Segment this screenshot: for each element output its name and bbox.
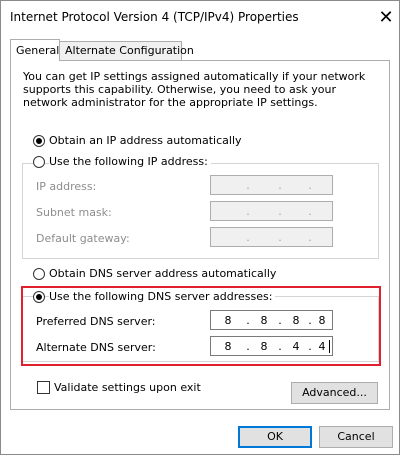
properties-dialog: Internet Protocol Version 4 (TCP/IPv4) P…	[0, 0, 400, 455]
use-following-ip-label[interactable]: Use the following IP address:	[49, 155, 211, 168]
use-following-ip-radio[interactable]	[33, 156, 45, 168]
obtain-dns-auto-label[interactable]: Obtain DNS server address automatically	[49, 267, 276, 280]
text-caret	[329, 340, 330, 353]
subnet-mask-label: Subnet mask:	[36, 206, 112, 219]
description-text: You can get IP settings assigned automat…	[23, 70, 366, 109]
alternate-dns-label: Alternate DNS server:	[36, 341, 156, 354]
ok-button[interactable]: OK	[238, 426, 312, 448]
ip-address-label: IP address:	[36, 180, 97, 193]
close-icon[interactable]: ✕	[375, 7, 397, 29]
default-gateway-label: Default gateway:	[36, 232, 130, 245]
tab-general[interactable]: General	[10, 39, 60, 61]
radio-selected-dot	[36, 294, 42, 300]
advanced-button[interactable]: Advanced...	[291, 382, 378, 404]
ip-address-input: . . .	[210, 175, 333, 195]
window-title: Internet Protocol Version 4 (TCP/IPv4) P…	[10, 10, 299, 24]
validate-settings-checkbox[interactable]	[37, 381, 50, 394]
use-following-dns-label[interactable]: Use the following DNS server addresses:	[49, 290, 276, 303]
title-bar: Internet Protocol Version 4 (TCP/IPv4) P…	[1, 1, 399, 35]
alternate-dns-input[interactable]: 8 . 8 . 4 . 4	[210, 336, 333, 356]
cancel-button[interactable]: Cancel	[319, 426, 393, 448]
use-following-dns-radio[interactable]	[33, 291, 45, 303]
tab-alternate-configuration[interactable]: Alternate Configuration	[59, 41, 194, 60]
preferred-dns-input[interactable]: 8 . 8 . 8 . 8	[210, 310, 333, 330]
validate-settings-label[interactable]: Validate settings upon exit	[54, 381, 201, 394]
subnet-mask-input: . . .	[210, 201, 333, 221]
obtain-ip-auto-label[interactable]: Obtain an IP address automatically	[49, 134, 242, 147]
preferred-dns-label: Preferred DNS server:	[36, 315, 156, 328]
obtain-dns-auto-radio[interactable]	[33, 268, 45, 280]
obtain-ip-auto-radio[interactable]	[33, 135, 45, 147]
default-gateway-input: . . .	[210, 227, 333, 247]
radio-selected-dot	[36, 138, 42, 144]
